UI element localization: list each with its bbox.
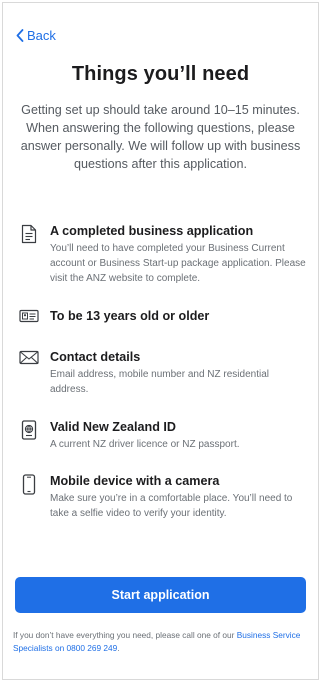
intro-text: Getting set up should take around 10–15 … [20,103,301,171]
back-label: Back [27,28,56,43]
requirement-title: Contact details [50,350,141,364]
page-title: Things you’ll need [71,63,250,85]
requirement-title: A completed business application [50,224,254,238]
chevron-left-icon [16,29,24,42]
id-card-icon [19,309,39,329]
requirement-title: Valid New Zealand ID [50,420,176,434]
footer-end: . [117,643,120,653]
requirement-description: A current NZ driver licence or NZ passpo… [50,439,240,450]
footer-text: If you don’t have everything you need, p… [13,630,237,640]
requirement-description: You’ll need to have completed your Busin… [50,243,306,284]
footer-help-text: If you don’t have everything you need, p… [13,629,312,655]
passport-icon [19,420,39,440]
screen: Back Things you’ll need Getting set up s… [2,2,319,680]
requirement-description: Email address, mobile number and NZ resi… [50,369,269,395]
requirement-description: Make sure you’re in a comfortable place.… [50,493,293,519]
back-button[interactable]: Back [16,28,56,43]
envelope-icon [19,350,39,370]
document-icon [19,224,39,244]
requirement-title: Mobile device with a camera [50,474,220,488]
requirement-title: To be 13 years old or older [50,309,210,323]
mobile-phone-icon [19,474,39,495]
start-application-button[interactable]: Start application [15,577,306,613]
